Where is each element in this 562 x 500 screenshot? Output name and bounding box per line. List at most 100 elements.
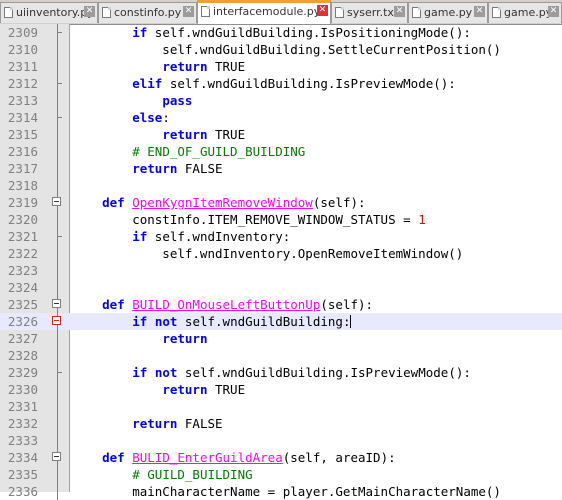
- code-text: return FALSE: [132, 416, 223, 431]
- code-text: elif self.wndGuildBuilding.IsPreviewMode…: [132, 76, 456, 91]
- code-editor[interactable]: 2309 if self.wndGuildBuilding.IsPosition…: [0, 24, 562, 500]
- code-line[interactable]: 2320 constInfo.ITEM_REMOVE_WINDOW_STATUS…: [0, 211, 562, 228]
- code-text: return TRUE: [162, 127, 246, 142]
- line-number: 2311: [7, 59, 38, 74]
- close-tab-icon[interactable]: ✕: [474, 6, 485, 17]
- fold-line: [52, 432, 62, 449]
- code-text: if self.wndGuildBuilding.IsPositioningMo…: [132, 25, 471, 40]
- code-line[interactable]: 2318: [0, 177, 562, 194]
- code-text: return TRUE: [162, 59, 246, 74]
- tab-0[interactable]: uiinventory.py ✕: [0, 2, 98, 23]
- code-line[interactable]: 2321 if self.wndInventory:: [0, 228, 562, 245]
- tab-label: interfacemodule.py: [213, 5, 321, 18]
- line-number: 2323: [7, 263, 38, 278]
- fold-line: [52, 398, 62, 415]
- fold-toggle-icon[interactable]: [52, 194, 62, 211]
- tab-1[interactable]: constinfo.py ✕: [98, 2, 197, 23]
- fold-line: [52, 92, 62, 109]
- code-line[interactable]: 2311 return TRUE: [0, 58, 562, 75]
- line-number: 2325: [7, 297, 38, 312]
- code-line[interactable]: 2326 if not self.wndGuildBuilding:: [0, 313, 562, 330]
- tab-2[interactable]: interfacemodule.py ✕: [197, 0, 331, 24]
- code-line[interactable]: 2330 return TRUE: [0, 381, 562, 398]
- code-line[interactable]: 2314 else:: [0, 109, 562, 126]
- code-line[interactable]: 2331: [0, 398, 562, 415]
- tab-5[interactable]: game.py ✕: [488, 2, 562, 23]
- code-text: # GUILD_BUILDING: [132, 467, 253, 482]
- fold-toggle-icon[interactable]: [52, 296, 62, 313]
- code-line[interactable]: 2329 if not self.wndGuildBuilding.IsPrev…: [0, 364, 562, 381]
- code-line[interactable]: 2310 self.wndGuildBuilding.SettleCurrent…: [0, 41, 562, 58]
- code-line[interactable]: 2333: [0, 432, 562, 449]
- file-icon: [4, 7, 13, 18]
- code-line[interactable]: 2335 # GUILD_BUILDING: [0, 466, 562, 483]
- code-line[interactable]: 2319 def OpenKygnItemRemoveWindow(self):: [0, 194, 562, 211]
- code-line[interactable]: 2315 return TRUE: [0, 126, 562, 143]
- code-line[interactable]: 2324: [0, 279, 562, 296]
- fold-line: [52, 58, 62, 75]
- line-number: 2322: [7, 246, 38, 261]
- code-line[interactable]: 2322 self.wndInventory.OpenRemoveItemWin…: [0, 245, 562, 262]
- tab-label: game.py: [424, 6, 473, 19]
- fold-toggle-icon[interactable]: [52, 313, 62, 330]
- line-number: 2333: [7, 433, 38, 448]
- line-number: 2315: [7, 127, 38, 142]
- line-number: 2335: [7, 467, 38, 482]
- fold-toggle-icon[interactable]: [52, 449, 62, 466]
- close-tab-icon[interactable]: ✕: [394, 6, 405, 17]
- code-line[interactable]: 2317 return FALSE: [0, 160, 562, 177]
- line-number: 2321: [7, 229, 38, 244]
- code-text: return: [162, 331, 208, 346]
- close-tab-icon[interactable]: ✕: [84, 6, 95, 17]
- line-number: 2312: [7, 76, 38, 91]
- file-icon: [412, 7, 421, 18]
- line-number: 2326: [7, 314, 38, 329]
- code-line[interactable]: 2327 return: [0, 330, 562, 347]
- code-text: self.wndGuildBuilding.SettleCurrentPosit…: [72, 42, 501, 57]
- fold-line: [52, 262, 62, 279]
- close-tab-icon[interactable]: ✕: [317, 5, 328, 16]
- fold-line: [52, 381, 62, 398]
- close-tab-icon[interactable]: ✕: [548, 6, 559, 17]
- code-text: return FALSE: [132, 161, 223, 176]
- line-number: 2329: [7, 365, 38, 380]
- fold-line: [52, 177, 62, 194]
- code-line[interactable]: 2312 elif self.wndGuildBuilding.IsPrevie…: [0, 75, 562, 92]
- code-line[interactable]: 2328: [0, 347, 562, 364]
- code-line[interactable]: 2309 if self.wndGuildBuilding.IsPosition…: [0, 24, 562, 41]
- tab-label: uiinventory.py: [16, 6, 94, 19]
- code-text: if not self.wndGuildBuilding:: [132, 314, 352, 329]
- fold-line: [52, 415, 62, 432]
- fold-line: [52, 279, 62, 296]
- code-text: # END_OF_GUILD_BUILDING: [132, 144, 306, 159]
- code-text: else:: [132, 110, 170, 125]
- tab-3[interactable]: syserr.txt ✕: [331, 2, 408, 23]
- line-number: 2324: [7, 280, 38, 295]
- code-text: def BUILD_OnMouseLeftButtonUp(self):: [102, 297, 374, 312]
- code-line[interactable]: 2325 def BUILD_OnMouseLeftButtonUp(self)…: [0, 296, 562, 313]
- fold-line: [52, 347, 62, 364]
- close-tab-icon[interactable]: ✕: [183, 6, 194, 17]
- code-line[interactable]: 2323: [0, 262, 562, 279]
- code-text: def OpenKygnItemRemoveWindow(self):: [102, 195, 366, 210]
- line-number: 2313: [7, 93, 38, 108]
- fold-line: [52, 143, 62, 160]
- line-number: 2314: [7, 110, 38, 125]
- line-number: 2319: [7, 195, 38, 210]
- fold-line: [52, 466, 62, 483]
- fold-line: [52, 75, 62, 92]
- tab-label: constinfo.py: [114, 6, 182, 19]
- code-line[interactable]: 2334 def BULID_EnterGuildArea(self, area…: [0, 449, 562, 466]
- fold-line: [52, 24, 62, 41]
- code-text: constInfo.ITEM_REMOVE_WINDOW_STATUS = 1: [72, 212, 426, 227]
- tab-4[interactable]: game.py ✕: [408, 2, 488, 23]
- line-number: 2316: [7, 144, 38, 159]
- fold-line: [52, 211, 62, 228]
- tab-label: game.py: [504, 6, 553, 19]
- line-number: 2327: [7, 331, 38, 346]
- code-text: if self.wndInventory:: [132, 229, 291, 244]
- code-line[interactable]: 2313 pass: [0, 92, 562, 109]
- code-line[interactable]: 2332 return FALSE: [0, 415, 562, 432]
- line-number: 2320: [7, 212, 38, 227]
- code-line[interactable]: 2316 # END_OF_GUILD_BUILDING: [0, 143, 562, 160]
